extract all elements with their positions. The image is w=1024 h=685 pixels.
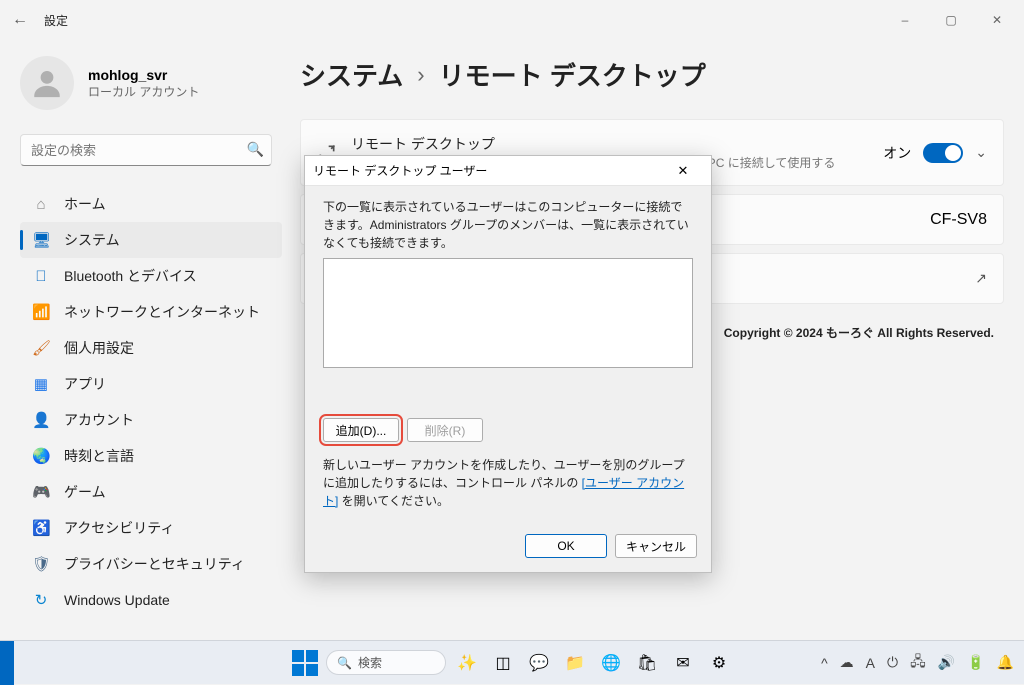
sidebar: mohlog_svr ローカル アカウント 🔍 ⌂ホーム 🖥システム Blue… [0, 40, 290, 640]
remote-desktop-toggle[interactable] [923, 143, 963, 163]
pc-name-value: CF-SV8 [930, 211, 987, 229]
explorer-icon[interactable]: 📁 [560, 648, 590, 678]
onedrive-icon[interactable]: ☁ [840, 654, 854, 671]
nav-bluetooth[interactable]:  Bluetooth とデバイス [20, 258, 282, 294]
start-button[interactable] [290, 648, 320, 678]
dialog-close-button[interactable]: ✕ [663, 163, 703, 179]
nav-label: 時刻と言語 [64, 446, 134, 466]
back-button[interactable]: ← [4, 11, 36, 29]
nav-system[interactable]: 🖥 システム [20, 222, 282, 258]
store-icon[interactable]: 🛍 [632, 648, 662, 678]
accessibility-icon: ♿ [32, 519, 50, 537]
bluetooth-icon:  [32, 268, 50, 285]
add-button[interactable]: 追加(D)... [323, 418, 399, 442]
chat-icon[interactable]: 💬 [524, 648, 554, 678]
profile-name: mohlog_svr [88, 67, 199, 83]
volume-icon[interactable]: 🔊 [938, 654, 955, 671]
network-tray-icon[interactable]: 🖧 [910, 651, 926, 675]
search-input[interactable] [20, 134, 272, 166]
taskbar-accent [0, 641, 14, 685]
nav-label: ゲーム [64, 482, 106, 502]
ime-indicator[interactable]: A [866, 655, 875, 671]
nav-label: 個人用設定 [64, 338, 134, 358]
nav-personalization[interactable]: 🖌 個人用設定 [20, 330, 282, 366]
taskbar-search[interactable]: 🔍 検索 [326, 650, 446, 675]
settings-icon[interactable]: ⚙ [704, 648, 734, 678]
minimize-button[interactable]: ‒ [882, 0, 928, 40]
nav-label: Windows Update [64, 592, 170, 608]
taskview-icon[interactable]: ◫ [488, 648, 518, 678]
dialog-message: 下の一覧に表示されているユーザーはこのコンピューターに接続できます。Admini… [323, 198, 693, 252]
taskbar-search-label: 検索 [358, 654, 382, 671]
cancel-button[interactable]: キャンセル [615, 534, 697, 558]
wifi-icon: 📶 [32, 303, 50, 321]
gamepad-icon: 🎮 [32, 483, 50, 501]
update-icon: ↻ [32, 591, 50, 609]
nav-privacy[interactable]: 🛡 プライバシーとセキュリティ [20, 546, 282, 582]
maximize-button[interactable]: ▢ [928, 0, 974, 40]
dialog-title: リモート デスクトップ ユーザー [313, 162, 487, 179]
nav-label: ネットワークとインターネット [64, 302, 260, 322]
battery-icon[interactable]: 🔋 [967, 654, 984, 671]
nav-windows-update[interactable]: ↻ Windows Update [20, 582, 282, 618]
globe-icon: 🌏 [32, 447, 50, 465]
nav-accounts[interactable]: 👤 アカウント [20, 402, 282, 438]
profile-block[interactable]: mohlog_svr ローカル アカウント [20, 56, 282, 110]
nav-accessibility[interactable]: ♿ アクセシビリティ [20, 510, 282, 546]
nav-label: アカウント [64, 410, 134, 430]
breadcrumb-root[interactable]: システム [300, 56, 403, 93]
brush-icon: 🖌 [32, 339, 50, 357]
user-listbox[interactable] [323, 258, 693, 368]
dialog-remote-desktop-users: リモート デスクトップ ユーザー ✕ 下の一覧に表示されているユーザーはこのコン… [304, 155, 712, 573]
external-link-icon: ↗ [975, 270, 987, 287]
nav-label: ホーム [64, 194, 106, 214]
nav-apps[interactable]: ▦ アプリ [20, 366, 282, 402]
system-icon: 🖥 [32, 231, 50, 249]
close-button[interactable]: ✕ [974, 0, 1020, 40]
window-titlebar: ← 設定 ‒ ▢ ✕ [0, 0, 1024, 40]
notifications-icon[interactable]: 🔔 [997, 654, 1014, 671]
tray-chevron-icon[interactable]: ^ [821, 655, 828, 671]
nav-network[interactable]: 📶 ネットワークとインターネット [20, 294, 282, 330]
nav-gaming[interactable]: 🎮 ゲーム [20, 474, 282, 510]
chevron-down-icon[interactable]: ⌄ [975, 144, 987, 161]
help-text-2: を開いてください。 [338, 494, 449, 508]
avatar [20, 56, 74, 110]
card-title: リモート デスクトップ [351, 134, 835, 154]
breadcrumb: システム › リモート デスクトップ [300, 56, 1004, 93]
nav-list: ⌂ ホーム 🖥 システム  Bluetooth とデバイス 📶 ネットワークとインター… [20, 186, 282, 618]
outlook-icon[interactable]: ✉ [668, 648, 698, 678]
nav-home[interactable]: ⌂ ホーム [20, 186, 282, 222]
shield-icon: 🛡 [32, 555, 50, 573]
power-icon[interactable]: ⏻ [887, 654, 898, 671]
ok-button[interactable]: OK [525, 534, 607, 558]
nav-label: Bluetooth とデバイス [64, 266, 197, 286]
copilot-icon[interactable]: ✨ [452, 648, 482, 678]
taskbar: 🔍 検索 ✨ ◫ 💬 📁 🌐 🛍 ✉ ⚙ ^ ☁ A ⏻ 🖧 🔊 🔋 🔔 [0, 640, 1024, 684]
search-icon: 🔍 [337, 656, 352, 670]
home-icon: ⌂ [32, 196, 50, 213]
apps-icon: ▦ [32, 375, 50, 393]
nav-time-language[interactable]: 🌏 時刻と言語 [20, 438, 282, 474]
profile-sub: ローカル アカウント [88, 83, 199, 100]
dialog-help-text: 新しいユーザー アカウントを作成したり、ユーザーを別のグループに追加したりするに… [323, 456, 693, 510]
nav-label: システム [64, 230, 120, 250]
nav-label: アクセシビリティ [64, 518, 174, 538]
breadcrumb-leaf: リモート デスクトップ [439, 56, 706, 93]
chevron-right-icon: › [417, 62, 424, 88]
toggle-state-label: オン [883, 143, 911, 163]
remove-button: 削除(R) [407, 418, 483, 442]
edge-icon[interactable]: 🌐 [596, 648, 626, 678]
window-title: 設定 [44, 12, 68, 29]
nav-label: プライバシーとセキュリティ [64, 554, 245, 574]
nav-label: アプリ [64, 374, 106, 394]
accounts-icon: 👤 [32, 411, 50, 429]
